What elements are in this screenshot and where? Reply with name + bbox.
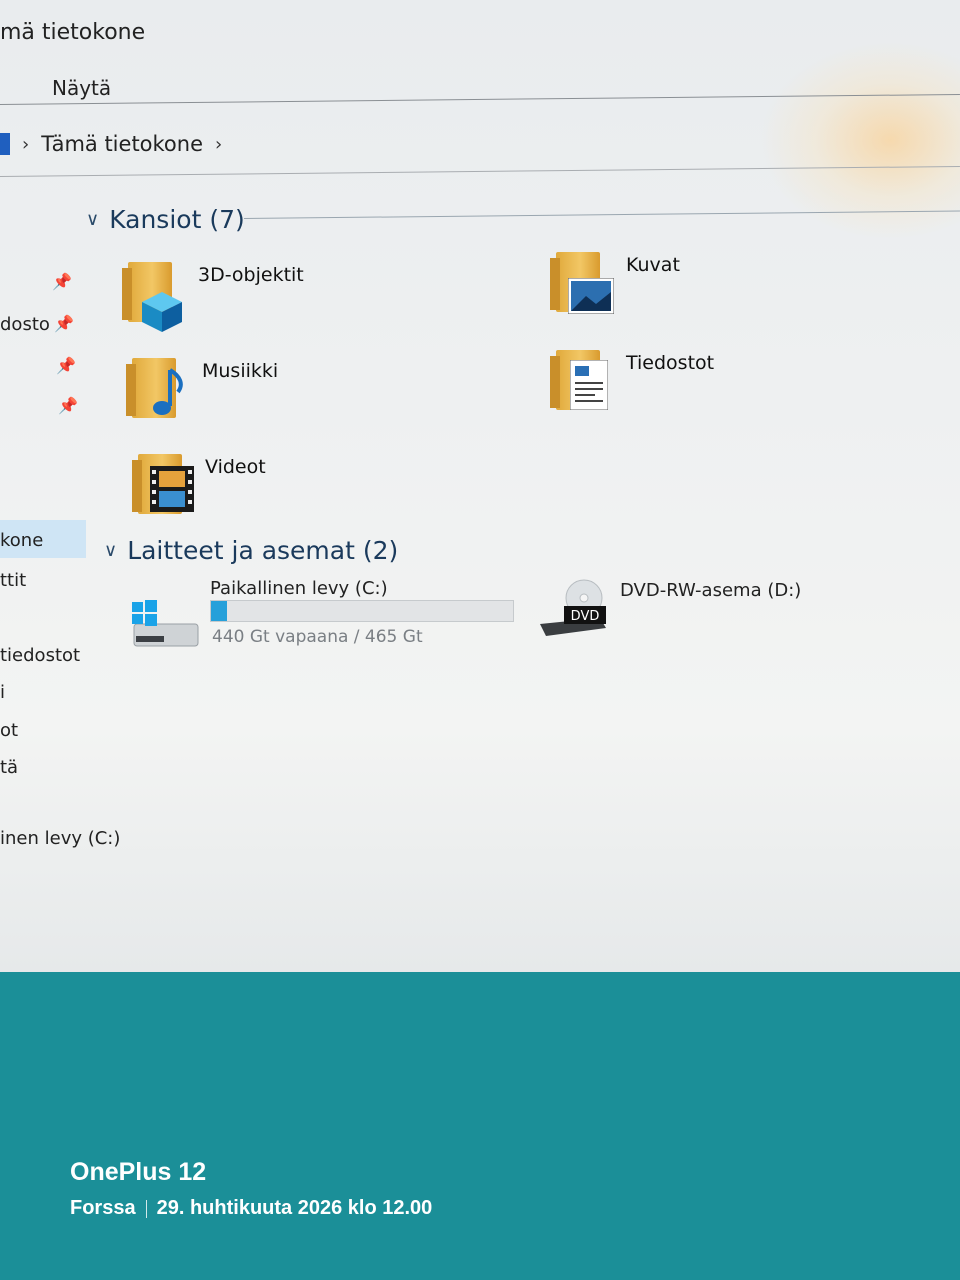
drive-c[interactable] — [130, 598, 200, 656]
chevron-right-icon[interactable]: › — [22, 134, 29, 155]
drive-d-label[interactable]: DVD-RW-asema (D:) — [620, 580, 801, 601]
pin-icon[interactable]: 📌 — [56, 356, 76, 375]
folder-label: 3D-objektit — [198, 264, 304, 286]
folders-group-header[interactable]: ∨ Kansiot (7) — [86, 205, 245, 234]
nav-item-c-drive[interactable]: inen levy (C:) — [0, 828, 120, 849]
windows-drive-icon — [132, 600, 199, 647]
explorer-window: mä tietokone Näytä › Tämä tietokone › 📌 … — [0, 0, 960, 972]
folder-label: Tiedostot — [626, 352, 715, 374]
film-strip-icon — [150, 466, 194, 512]
devices-group-header[interactable]: ∨ Laitteet ja asemat (2) — [104, 536, 398, 565]
drive-c-label[interactable]: Paikallinen levy (C:) — [210, 578, 388, 599]
document-icon — [570, 360, 608, 410]
picture-icon — [568, 278, 614, 314]
watermark-location: Forssa — [70, 1197, 136, 1219]
ribbon-tab-view[interactable]: Näytä — [52, 76, 111, 100]
chevron-right-icon[interactable]: › — [215, 134, 222, 155]
watermark-model: OnePlus 12 — [70, 1158, 207, 1186]
drive-c-free-space: 440 Gt vapaana / 465 Gt — [212, 627, 423, 647]
window-title: mä tietokone — [0, 20, 146, 45]
nav-item[interactable]: tä — [0, 757, 18, 778]
folder-label: Kuvat — [626, 254, 680, 276]
folder-label: Musiikki — [202, 360, 279, 382]
chevron-down-icon[interactable]: ∨ — [104, 540, 117, 561]
nav-item[interactable]: ttit — [0, 570, 26, 591]
navigation-pane: 📌 dosto 📌 📌 📌 kone ttit tiedostot i ot t… — [0, 190, 120, 970]
drive-d[interactable]: DVD — [538, 578, 610, 646]
music-note-icon — [153, 368, 183, 415]
nav-item[interactable]: tiedostot — [0, 645, 80, 666]
cube-icon — [142, 292, 182, 332]
nav-item[interactable]: i — [0, 682, 5, 703]
nav-item-this-pc[interactable]: kone — [0, 530, 43, 551]
pin-icon[interactable]: 📌 — [58, 396, 78, 415]
nav-item[interactable]: dosto — [0, 314, 50, 335]
nav-item[interactable]: ot — [0, 720, 18, 741]
chevron-down-icon[interactable]: ∨ — [86, 209, 99, 230]
breadcrumb-this-pc[interactable]: Tämä tietokone — [41, 132, 203, 156]
watermark-separator — [145, 1199, 147, 1218]
watermark-datetime: 29. huhtikuuta 2026 klo 12.00 — [156, 1197, 433, 1219]
drive-c-usage-bar — [210, 600, 514, 622]
pin-icon[interactable]: 📌 — [54, 314, 74, 333]
photo-watermark: OnePlus 12 Forssa 29. huhtikuuta 2026 klo… — [70, 1158, 432, 1220]
folders-heading: Kansiot (7) — [109, 205, 245, 234]
address-bar[interactable]: › Tämä tietokone › — [0, 132, 222, 156]
folder-label: Videot — [205, 456, 266, 478]
computer-icon — [0, 133, 10, 155]
devices-heading: Laitteet ja asemat (2) — [127, 536, 399, 565]
dvd-drive-icon: DVD — [540, 579, 606, 636]
pin-icon[interactable]: 📌 — [52, 272, 72, 291]
dvd-badge: DVD — [571, 609, 600, 624]
drive-c-usage-fill — [211, 601, 228, 621]
watermark-meta: Forssa 29. huhtikuuta 2026 klo 12.00 — [70, 1197, 432, 1220]
